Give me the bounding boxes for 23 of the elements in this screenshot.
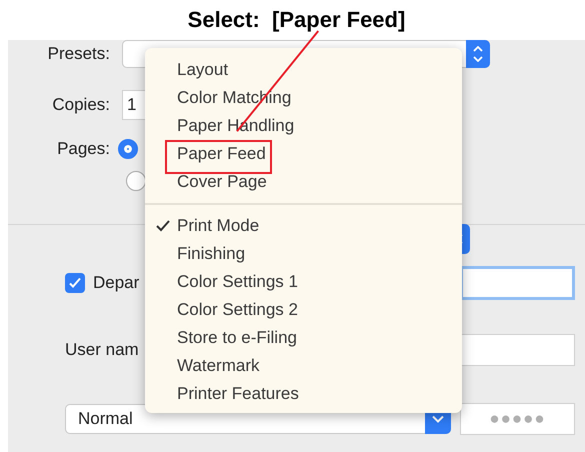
pages-label: Pages: [56, 138, 111, 160]
menu-item-label[interactable]: Watermark [177, 353, 260, 379]
menu-row[interactable]: Color Settings 2 [145, 296, 462, 324]
menu-row[interactable]: Store to e-Filing [145, 324, 462, 352]
presets-label: Presets: [46, 43, 111, 66]
menu-row[interactable]: Watermark [145, 352, 462, 380]
department-label: Depar [93, 272, 140, 294]
menu-item-label[interactable]: Printer Features [177, 381, 299, 407]
instruction-heading: Select: [Paper Feed] [188, 6, 406, 34]
menu-item-label[interactable]: Print Mode [177, 213, 260, 239]
menu-item-label[interactable]: Color Settings 1 [177, 269, 298, 295]
menu-row[interactable]: Layout [145, 56, 462, 84]
menu-item-label[interactable]: Finishing [177, 241, 246, 267]
menu-row[interactable]: Paper Feed [145, 140, 462, 168]
menu-item-label[interactable]: Color Settings 2 [177, 297, 298, 323]
menu-row[interactable]: Finishing [145, 240, 462, 268]
menu-row[interactable]: Print Mode [145, 212, 462, 240]
menu-row[interactable]: Cover Page [145, 168, 462, 196]
menu-item-label[interactable]: Layout [177, 57, 228, 83]
menu-row[interactable]: Color Settings 1 [145, 268, 462, 296]
menu-item-label[interactable]: Store to e-Filing [177, 325, 297, 351]
copies-label: Copies: [51, 94, 111, 116]
user-name-label: User nam [65, 339, 139, 362]
